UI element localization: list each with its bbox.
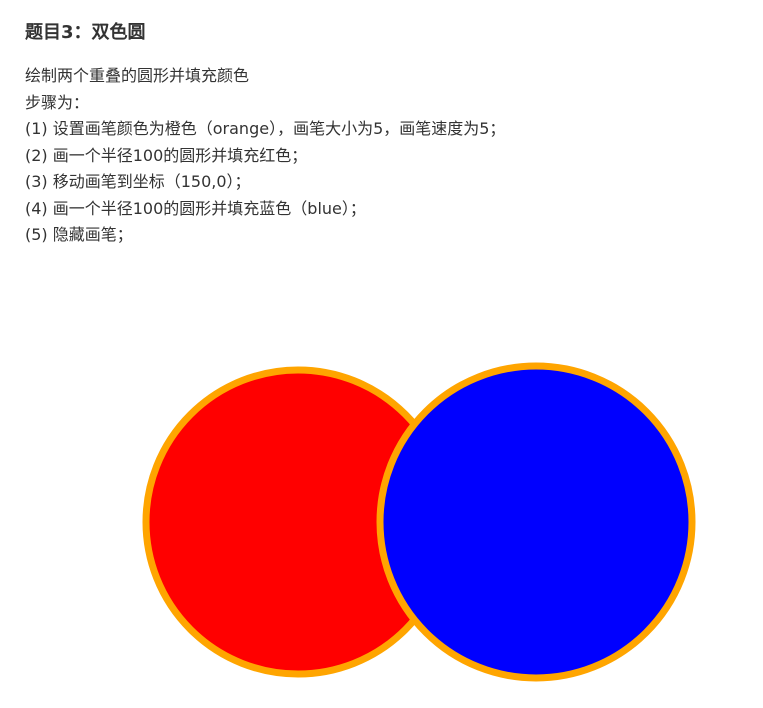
blue-circle <box>376 362 696 682</box>
turtle-drawing <box>142 362 696 682</box>
